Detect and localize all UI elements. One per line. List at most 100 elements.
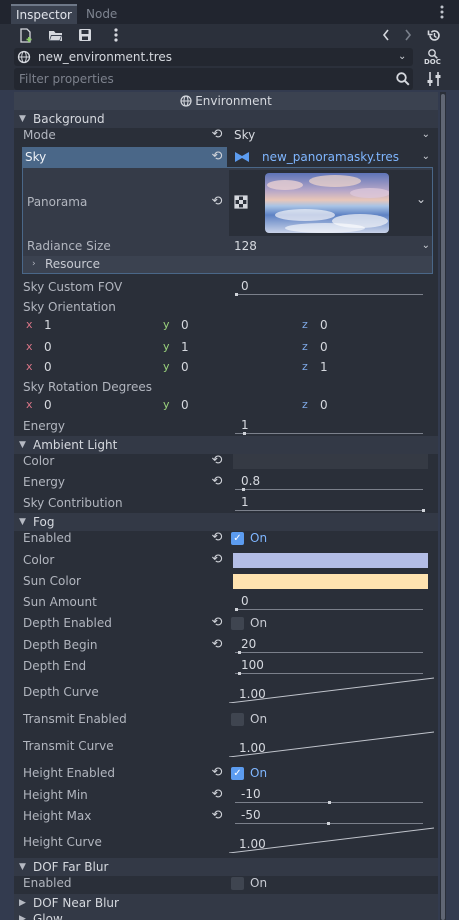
- transmit-enabled-value: On: [250, 712, 268, 726]
- depth-curve-editor[interactable]: 1.00: [229, 677, 434, 703]
- new-resource-icon[interactable]: [16, 25, 36, 45]
- height-min-slider[interactable]: -10: [229, 785, 433, 805]
- section-ambient-light[interactable]: ▼ Ambient Light: [14, 436, 438, 454]
- section-fog[interactable]: ▼ Fog: [14, 513, 438, 531]
- dof-far-enabled-checkbox[interactable]: [231, 877, 244, 890]
- axis-z-label: z: [302, 398, 308, 411]
- sky-rotation-x-value[interactable]: 0: [44, 395, 52, 415]
- slider-grabber[interactable]: [327, 822, 330, 825]
- section-dof-far-blur[interactable]: ▼ DOF Far Blur: [14, 858, 438, 876]
- revert-icon[interactable]: ⟲: [209, 635, 225, 655]
- revert-icon[interactable]: ⟲: [209, 528, 225, 548]
- slider-track: [235, 294, 423, 295]
- section-glow[interactable]: ▶ Glow: [14, 910, 438, 920]
- dof-far-enabled-value: On: [250, 876, 268, 890]
- panorama-picker[interactable]: ⌄: [229, 170, 432, 236]
- revert-icon[interactable]: ⟲: [209, 125, 225, 145]
- sky-contribution-slider[interactable]: 1: [229, 493, 433, 513]
- sky-resource-picker[interactable]: new_panoramasky.tres ⌄: [229, 147, 433, 167]
- ambient-color-label: Color: [23, 454, 55, 468]
- chevron-left-icon[interactable]: [376, 25, 396, 45]
- sun-amount-slider[interactable]: 0: [229, 592, 433, 612]
- sky-custom-fov-slider[interactable]: 0: [229, 277, 433, 297]
- revert-icon[interactable]: ⟲: [209, 550, 225, 570]
- sky-resource-name: new_panoramasky.tres: [262, 150, 400, 164]
- scrollbar-thumb[interactable]: [441, 94, 445, 920]
- sky-rotation-y-value[interactable]: 0: [181, 395, 189, 415]
- radiance-size-dropdown[interactable]: 128 ⌄: [229, 236, 433, 256]
- resource-group[interactable]: › Resource: [23, 256, 432, 273]
- height-enabled-checkbox[interactable]: ✓: [231, 767, 244, 780]
- slider-grabber[interactable]: [422, 509, 425, 512]
- mode-label: Mode: [23, 128, 56, 142]
- sky-orientation-row3-y-value[interactable]: 0: [181, 357, 189, 377]
- revert-icon[interactable]: ⟲: [209, 806, 225, 826]
- bg-energy-slider[interactable]: 1: [229, 416, 433, 436]
- revert-icon[interactable]: ⟲: [209, 147, 225, 167]
- chevron-right-icon[interactable]: [398, 25, 418, 45]
- ambient-color-swatch[interactable]: [233, 454, 428, 469]
- depth-enabled-checkbox[interactable]: [231, 617, 244, 630]
- sky-orientation-row2-x-value[interactable]: 0: [44, 337, 52, 357]
- sky-orientation-row1-z-value[interactable]: 0: [320, 315, 328, 335]
- depth-end-value: 100: [241, 658, 264, 672]
- history-icon[interactable]: [424, 25, 444, 45]
- sun-color-swatch[interactable]: [233, 574, 428, 589]
- resource-path-field[interactable]: new_environment.tres ⌄: [14, 48, 413, 66]
- transmit-enabled-checkbox[interactable]: [231, 713, 244, 726]
- image-texture-icon: [234, 195, 248, 212]
- height-curve-editor[interactable]: 1.00: [229, 827, 434, 853]
- revert-icon[interactable]: ⟲: [209, 451, 225, 471]
- search-icon: [395, 71, 411, 90]
- save-icon[interactable]: [75, 25, 95, 45]
- object-settings-icon[interactable]: [425, 70, 443, 88]
- radiance-size-label: Radiance Size: [27, 239, 111, 253]
- fog-color-swatch[interactable]: [233, 553, 428, 568]
- tab-node[interactable]: Node: [81, 4, 122, 24]
- slider-grabber[interactable]: [242, 488, 245, 491]
- ambient-energy-slider[interactable]: 0.8: [229, 472, 433, 492]
- revert-icon[interactable]: ⟲: [209, 785, 225, 805]
- axis-x-label: x: [26, 398, 33, 411]
- chevron-down-icon[interactable]: ⌄: [398, 48, 406, 66]
- tab-inspector[interactable]: Inspector: [11, 4, 77, 24]
- sky-orientation-row1-x-value[interactable]: 1: [44, 315, 52, 335]
- slider-grabber[interactable]: [328, 801, 331, 804]
- slider-grabber[interactable]: [243, 432, 246, 435]
- sky-rotation-z-value[interactable]: 0: [320, 395, 328, 415]
- fog-enabled-checkbox[interactable]: ✓: [231, 532, 244, 545]
- folder-icon[interactable]: [45, 25, 65, 45]
- sky-orientation-row3-z-value[interactable]: 1: [320, 357, 328, 377]
- slider-grabber[interactable]: [235, 293, 238, 296]
- revert-icon[interactable]: ⟲: [209, 472, 225, 492]
- slider-track: [235, 489, 423, 490]
- slider-grabber[interactable]: [238, 672, 241, 675]
- sky-orientation-row1-y-value[interactable]: 0: [181, 315, 189, 335]
- revert-icon[interactable]: ⟲: [209, 192, 225, 212]
- depth-begin-slider[interactable]: 20: [229, 635, 433, 655]
- globe-icon: [17, 50, 31, 67]
- transmit-curve-editor[interactable]: 1.00: [229, 731, 434, 757]
- depth-begin-value: 20: [241, 637, 257, 651]
- height-max-slider[interactable]: -50: [229, 806, 433, 826]
- mode-dropdown[interactable]: Sky ⌄: [229, 125, 433, 145]
- kebab-icon[interactable]: [106, 25, 126, 45]
- axis-z-label: z: [302, 340, 308, 353]
- depth-end-slider[interactable]: 100: [229, 656, 433, 676]
- sky-orientation-row2-z-value[interactable]: 0: [320, 337, 328, 357]
- sky-orientation-row2-y-value[interactable]: 1: [181, 337, 189, 357]
- dock-menu-icon[interactable]: [437, 3, 447, 21]
- revert-icon[interactable]: ⟲: [209, 763, 225, 783]
- resource-title-bar: Environment: [14, 92, 438, 110]
- revert-icon[interactable]: ⟲: [209, 613, 225, 633]
- slider-grabber[interactable]: [238, 651, 241, 654]
- filter-properties-input[interactable]: Filter properties: [14, 68, 413, 90]
- sky-label-selected[interactable]: Sky: [22, 147, 227, 167]
- transmit-enabled-label: Transmit Enabled: [23, 712, 127, 726]
- doc-search-icon[interactable]: DOC: [424, 48, 444, 66]
- slider-grabber[interactable]: [235, 608, 238, 611]
- sun-color-label: Sun Color: [23, 574, 81, 588]
- resource-group-label: Resource: [45, 257, 101, 271]
- ambient-energy-label: Energy: [23, 475, 66, 489]
- sky-orientation-row3-x-value[interactable]: 0: [44, 357, 52, 377]
